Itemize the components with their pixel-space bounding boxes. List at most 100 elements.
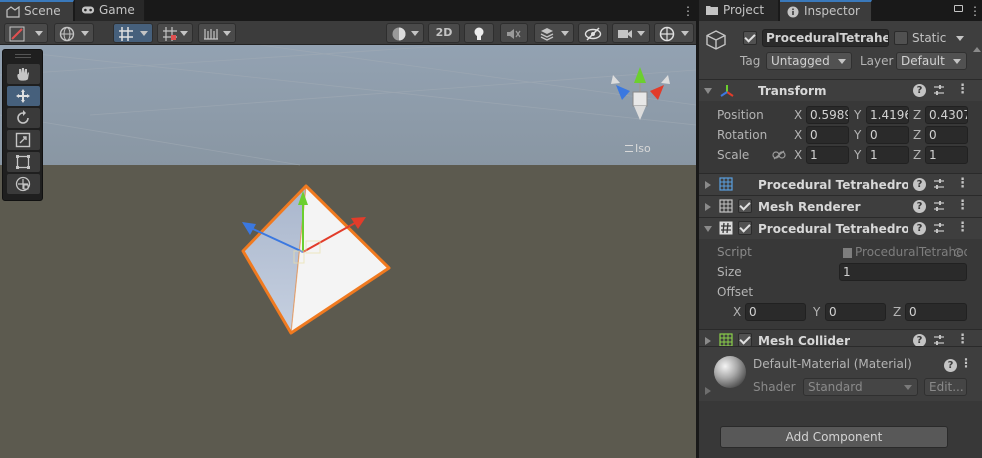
scroll-up-arrow-icon[interactable] <box>973 47 981 52</box>
scale-z-label[interactable]: Z <box>913 148 921 162</box>
size-input[interactable]: 1 <box>839 263 967 281</box>
scale-tool-button[interactable] <box>7 130 40 150</box>
mesh-filter-header[interactable]: Procedural Tetrahedron (Mesh Filter) ? ⋮ <box>699 173 982 195</box>
rect-transform-icon <box>16 155 30 169</box>
inspector-scrollbar[interactable] <box>971 41 981 458</box>
audio-toggle-button[interactable] <box>500 23 528 43</box>
tab-game[interactable]: Game <box>75 0 145 21</box>
foldout-open-icon[interactable] <box>704 88 712 94</box>
help-icon[interactable]: ? <box>913 84 926 97</box>
shading-toggle-button[interactable] <box>386 23 424 43</box>
scale-y-input[interactable]: 1 <box>866 146 909 164</box>
rect-tool-button[interactable] <box>7 152 40 172</box>
component-menu-kebab-icon[interactable]: ⋮ <box>956 82 969 97</box>
toggle-2d-button[interactable]: 2D <box>428 23 460 43</box>
inspector-tab-menu-kebab-icon[interactable]: ⋮ <box>969 4 981 18</box>
lighting-toggle-button[interactable] <box>464 23 494 43</box>
offset-z-input[interactable]: 0 <box>905 303 967 321</box>
scene-visibility-button[interactable] <box>578 23 608 43</box>
mesh-renderer-enabled-checkbox[interactable] <box>738 199 752 213</box>
rotation-y-input[interactable]: 0 <box>866 126 909 144</box>
transform-header[interactable]: Transform ? ⋮ <box>699 79 982 101</box>
hand-tool-button[interactable] <box>7 64 40 84</box>
lock-icon[interactable] <box>954 5 963 12</box>
transform-tool-button[interactable] <box>7 174 40 194</box>
move-tool-button[interactable] <box>7 86 40 106</box>
position-x-input[interactable]: 0.5989 <box>806 106 849 124</box>
tab-project[interactable]: Project <box>699 0 779 21</box>
component-menu-kebab-icon[interactable]: ⋮ <box>956 220 969 235</box>
draw-mode-button[interactable] <box>4 23 48 43</box>
help-icon[interactable]: ? <box>944 359 957 372</box>
increment-snap-button[interactable] <box>198 23 236 43</box>
mesh-renderer-header[interactable]: Mesh Renderer ? ⋮ <box>699 195 982 217</box>
presets-sliders-icon[interactable] <box>933 84 945 96</box>
help-icon[interactable]: ? <box>913 200 926 213</box>
scene-viewport[interactable]: Iso <box>0 45 696 458</box>
position-z-label[interactable]: Z <box>913 108 921 122</box>
edit-shader-button[interactable]: Edit... <box>924 378 967 396</box>
static-checkbox[interactable] <box>894 31 908 45</box>
scale-z-input[interactable]: 1 <box>925 146 968 164</box>
info-icon <box>787 6 799 18</box>
gameobject-active-checkbox[interactable] <box>743 31 757 45</box>
offset-y-input[interactable]: 0 <box>825 303 886 321</box>
foldout-closed-icon[interactable] <box>705 203 711 211</box>
offset-x-label[interactable]: X <box>733 305 741 319</box>
foldout-closed-icon[interactable] <box>705 181 711 189</box>
scene-tab-menu-kebab-icon[interactable]: ⋮ <box>682 4 694 18</box>
material-section[interactable]: Default-Material (Material) ? ⋮ Shader S… <box>699 346 982 401</box>
position-z-input[interactable]: 0.4307 <box>925 106 968 124</box>
foldout-open-icon[interactable] <box>704 226 712 232</box>
effects-button[interactable] <box>534 23 574 43</box>
tag-dropdown[interactable]: Untagged <box>766 52 852 70</box>
component-menu-kebab-icon[interactable]: ⋮ <box>956 198 969 213</box>
rotation-x-label[interactable]: X <box>794 128 802 142</box>
rotation-x-input[interactable]: 0 <box>806 126 849 144</box>
scale-x-input[interactable]: 1 <box>806 146 849 164</box>
gizmos-button[interactable] <box>654 23 694 43</box>
offset-y-label[interactable]: Y <box>813 305 820 319</box>
scale-y-label[interactable]: Y <box>854 148 861 162</box>
object-picker-icon[interactable] <box>954 248 963 257</box>
script-component-header[interactable]: Procedural Tetrahedron (Script) ? ⋮ <box>699 217 982 239</box>
render-mode-button[interactable] <box>54 23 94 43</box>
script-object-field[interactable]: ProceduralTetrahedron <box>839 243 967 261</box>
offset-z-label[interactable]: Z <box>893 305 901 319</box>
component-menu-kebab-icon[interactable]: ⋮ <box>956 176 969 191</box>
foldout-closed-icon[interactable] <box>705 337 711 345</box>
component-menu-kebab-icon[interactable]: ⋮ <box>956 332 969 347</box>
presets-sliders-icon[interactable] <box>933 222 945 234</box>
rotation-z-input[interactable]: 0 <box>925 126 968 144</box>
static-dropdown-chevron-down-icon[interactable] <box>956 36 964 41</box>
tab-inspector[interactable]: Inspector <box>780 0 872 21</box>
tab-scene[interactable]: Scene <box>0 0 74 21</box>
gameobject-name-input[interactable]: ProceduralTetrahedron <box>762 29 889 47</box>
position-y-input[interactable]: 1.4196 <box>866 106 909 124</box>
grid-snapping-button[interactable] <box>113 23 153 43</box>
layer-dropdown[interactable]: Default <box>896 52 967 70</box>
presets-sliders-icon[interactable] <box>933 178 945 190</box>
offset-x-input[interactable]: 0 <box>745 303 806 321</box>
rotation-y-label[interactable]: Y <box>854 128 861 142</box>
mesh-collider-enabled-checkbox[interactable] <box>738 333 752 347</box>
foldout-closed-icon[interactable] <box>705 387 711 395</box>
camera-settings-button[interactable] <box>612 23 650 43</box>
shader-dropdown[interactable]: Standard <box>803 378 918 396</box>
tools-drag-handle[interactable] <box>15 54 31 58</box>
presets-sliders-icon[interactable] <box>933 200 945 212</box>
presets-sliders-icon[interactable] <box>933 334 945 346</box>
rotation-z-label[interactable]: Z <box>913 128 921 142</box>
position-x-label[interactable]: X <box>794 108 802 122</box>
script-enabled-checkbox[interactable] <box>738 221 752 235</box>
projection-label[interactable]: Iso <box>625 142 651 155</box>
add-component-button[interactable]: Add Component <box>720 426 948 448</box>
constrain-proportions-link-icon[interactable] <box>772 150 786 160</box>
help-icon[interactable]: ? <box>913 222 926 235</box>
position-y-label[interactable]: Y <box>854 108 861 122</box>
material-sphere-preview <box>714 356 746 388</box>
rotate-tool-button[interactable] <box>7 108 40 128</box>
scale-x-label[interactable]: X <box>794 148 802 162</box>
help-icon[interactable]: ? <box>913 178 926 191</box>
snap-increment-button[interactable] <box>157 23 193 43</box>
